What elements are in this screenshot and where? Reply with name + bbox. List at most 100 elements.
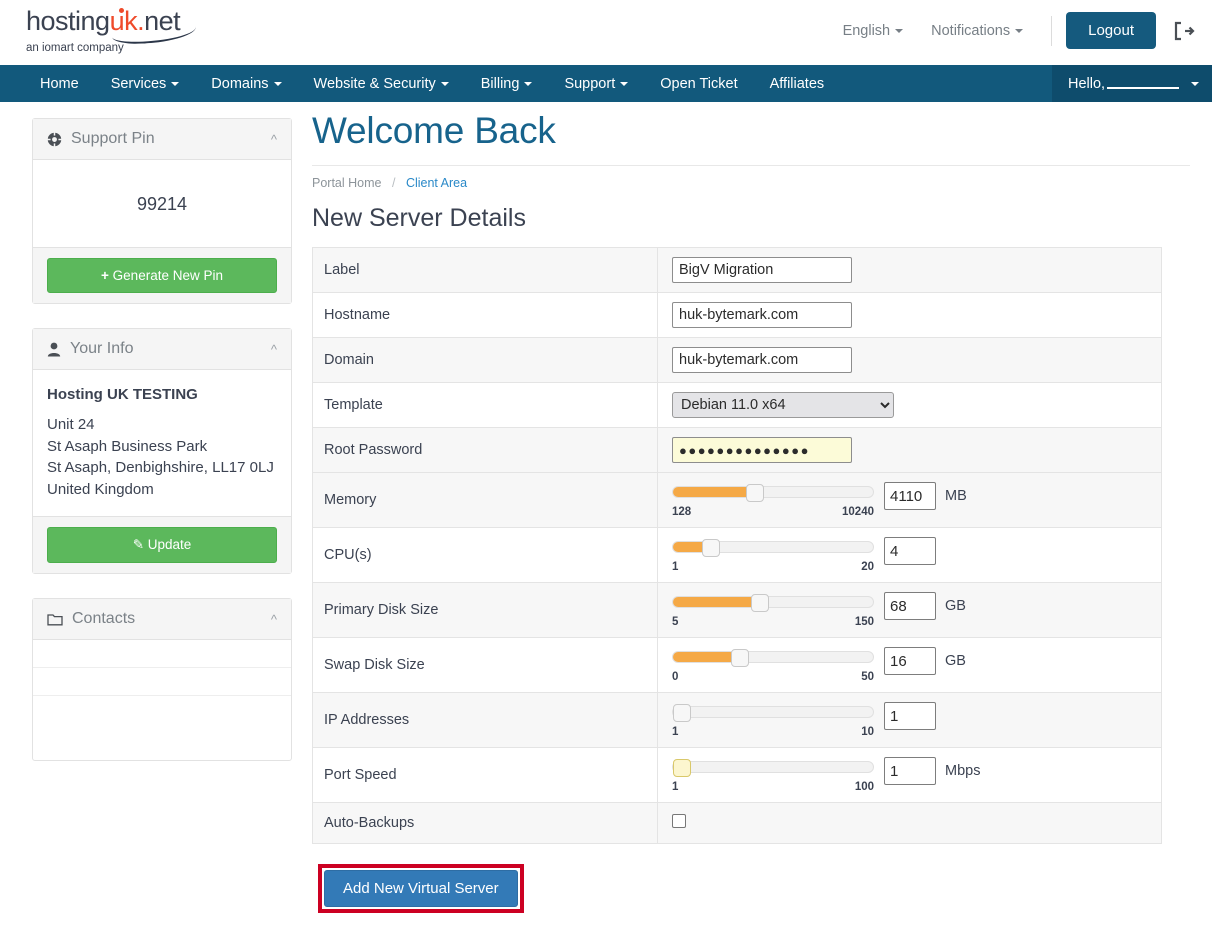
address-line-2: St Asaph Business Park bbox=[47, 437, 208, 455]
cpus-value-input[interactable] bbox=[884, 537, 936, 565]
nav-item-support[interactable]: Support bbox=[548, 65, 644, 102]
form-row-domain: Domain bbox=[312, 337, 1162, 383]
ip-value-input[interactable] bbox=[884, 702, 936, 730]
cpus-slider-track[interactable] bbox=[672, 539, 874, 557]
cpus-slider-min: 1 bbox=[672, 561, 679, 573]
memory-slider-track[interactable] bbox=[672, 484, 874, 502]
swap-disk-slider-max: 50 bbox=[861, 671, 874, 683]
row-label-primary-disk-size: Primary Disk Size bbox=[312, 582, 658, 638]
memory-slider-scale: 128 10240 bbox=[672, 506, 874, 518]
language-selector[interactable]: English bbox=[829, 23, 918, 39]
ip-slider-track[interactable] bbox=[672, 704, 874, 722]
template-select[interactable]: Debian 11.0 x64 bbox=[672, 392, 894, 418]
divider bbox=[1051, 15, 1053, 46]
primary-disk-slider-max: 150 bbox=[854, 616, 874, 628]
domain-input[interactable] bbox=[672, 347, 852, 373]
memory-slider-max: 10240 bbox=[842, 506, 874, 518]
swap-disk-slider-track[interactable] bbox=[672, 649, 874, 667]
logo-text-hosting: hosting bbox=[26, 6, 110, 36]
port-speed-slider-track[interactable] bbox=[672, 759, 874, 777]
page-title: Welcome Back bbox=[312, 110, 1190, 166]
address-line-4: United Kingdom bbox=[47, 480, 154, 498]
nav-label: Support bbox=[564, 75, 616, 92]
form-row-hostname: Hostname bbox=[312, 292, 1162, 338]
breadcrumb-client-area[interactable]: Client Area bbox=[406, 176, 467, 190]
nav-items: Home Services Domains Website & Security… bbox=[0, 65, 840, 102]
swap-disk-slider-min: 0 bbox=[672, 671, 679, 683]
logout-button[interactable]: Logout bbox=[1066, 12, 1156, 49]
primary-disk-slider-handle[interactable] bbox=[751, 594, 770, 612]
breadcrumb-portal-home[interactable]: Portal Home bbox=[312, 176, 381, 190]
primary-disk-slider-group: 5 150 bbox=[672, 592, 874, 628]
ip-slider-max: 10 bbox=[861, 726, 874, 738]
update-button[interactable]: ✎ Update bbox=[47, 527, 277, 563]
generate-new-pin-button[interactable]: + Generate New Pin bbox=[47, 258, 277, 293]
nav-label: Billing bbox=[480, 75, 520, 92]
logo-text-net: net bbox=[144, 6, 181, 36]
memory-slider-min: 128 bbox=[672, 506, 692, 518]
primary-disk-slider-cell: 5 150 GB bbox=[672, 592, 1161, 628]
nav-item-home[interactable]: Home bbox=[24, 65, 95, 102]
cpus-slider-cell: 1 20 bbox=[672, 537, 1161, 573]
port-speed-slider-handle[interactable] bbox=[673, 759, 691, 777]
chevron-down-icon bbox=[620, 81, 629, 86]
hostname-input[interactable] bbox=[672, 302, 852, 328]
account-company-name: Hosting UK TESTING bbox=[47, 386, 198, 403]
root-password-input[interactable] bbox=[672, 437, 852, 463]
cpus-slider-handle[interactable] bbox=[702, 539, 721, 557]
nav-label: Domains bbox=[211, 75, 269, 92]
form-row-auto-backups: Auto-Backups bbox=[312, 802, 1162, 844]
swap-disk-slider-handle[interactable] bbox=[731, 649, 750, 667]
row-label-root-password: Root Password bbox=[312, 427, 658, 473]
nav-item-services[interactable]: Services bbox=[95, 65, 196, 102]
row-field bbox=[658, 293, 1162, 338]
ip-slider-min: 1 bbox=[672, 726, 679, 738]
memory-value-input[interactable] bbox=[884, 482, 936, 510]
folder-icon bbox=[47, 613, 63, 626]
swap-disk-value-input[interactable] bbox=[884, 647, 936, 675]
address-clipped-line bbox=[47, 406, 277, 414]
nav-item-domains[interactable]: Domains bbox=[195, 65, 297, 102]
nav-item-open-ticket[interactable]: Open Ticket bbox=[644, 65, 753, 102]
port-speed-value-input[interactable] bbox=[884, 757, 936, 785]
sign-out-icon[interactable] bbox=[1172, 19, 1196, 43]
collapse-chevron-icon[interactable]: ^ bbox=[271, 132, 277, 147]
main-navigation: Home Services Domains Website & Security… bbox=[0, 65, 1212, 102]
your-info-title: Your Info bbox=[70, 340, 134, 357]
site-logo[interactable]: hostinguk.net an iomart company bbox=[26, 6, 197, 54]
memory-slider-fill bbox=[673, 487, 753, 497]
collapse-chevron-icon[interactable]: ^ bbox=[271, 612, 277, 627]
section-title: New Server Details bbox=[312, 204, 526, 232]
label-input[interactable] bbox=[672, 257, 852, 283]
primary-disk-unit-label: GB bbox=[945, 598, 966, 614]
nav-item-billing[interactable]: Billing bbox=[465, 65, 549, 102]
port-speed-slider-scale: 1 100 bbox=[672, 781, 874, 793]
user-account-menu[interactable]: Hello, bbox=[1052, 65, 1212, 102]
sidebar: Support Pin ^ 99214 + Generate New Pin Y… bbox=[0, 102, 292, 951]
ip-slider-scale: 1 10 bbox=[672, 726, 874, 738]
collapse-chevron-icon[interactable]: ^ bbox=[271, 342, 277, 357]
nav-label: Services bbox=[110, 75, 167, 92]
row-field: 1 20 bbox=[658, 528, 1162, 583]
contacts-empty-row bbox=[33, 668, 291, 696]
auto-backups-checkbox[interactable] bbox=[672, 813, 686, 828]
form-row-ip-addresses: IP Addresses 1 10 bbox=[312, 692, 1162, 748]
chevron-down-icon bbox=[1191, 81, 1200, 86]
nav-item-website-security[interactable]: Website & Security bbox=[298, 65, 465, 102]
nav-item-affiliates[interactable]: Affiliates bbox=[754, 65, 841, 102]
support-pin-title: Support Pin bbox=[71, 130, 155, 147]
notifications-label: Notifications bbox=[931, 22, 1011, 39]
primary-disk-slider-track[interactable] bbox=[672, 594, 874, 612]
add-new-virtual-server-button[interactable]: Add New Virtual Server bbox=[324, 870, 518, 907]
row-label-port-speed: Port Speed bbox=[312, 747, 658, 803]
primary-disk-value-input[interactable] bbox=[884, 592, 936, 620]
top-bar-actions: English Notifications Logout bbox=[829, 12, 1196, 49]
ip-slider-handle[interactable] bbox=[673, 704, 691, 722]
form-row-primary-disk-size: Primary Disk Size 5 150 68 GB bbox=[312, 582, 1162, 638]
notifications-menu[interactable]: Notifications bbox=[917, 23, 1037, 39]
row-field bbox=[658, 338, 1162, 383]
swap-disk-slider-group: 0 50 bbox=[672, 647, 874, 683]
chevron-down-icon bbox=[1015, 28, 1024, 33]
memory-slider-handle[interactable] bbox=[745, 484, 764, 502]
contacts-title: Contacts bbox=[72, 610, 136, 627]
